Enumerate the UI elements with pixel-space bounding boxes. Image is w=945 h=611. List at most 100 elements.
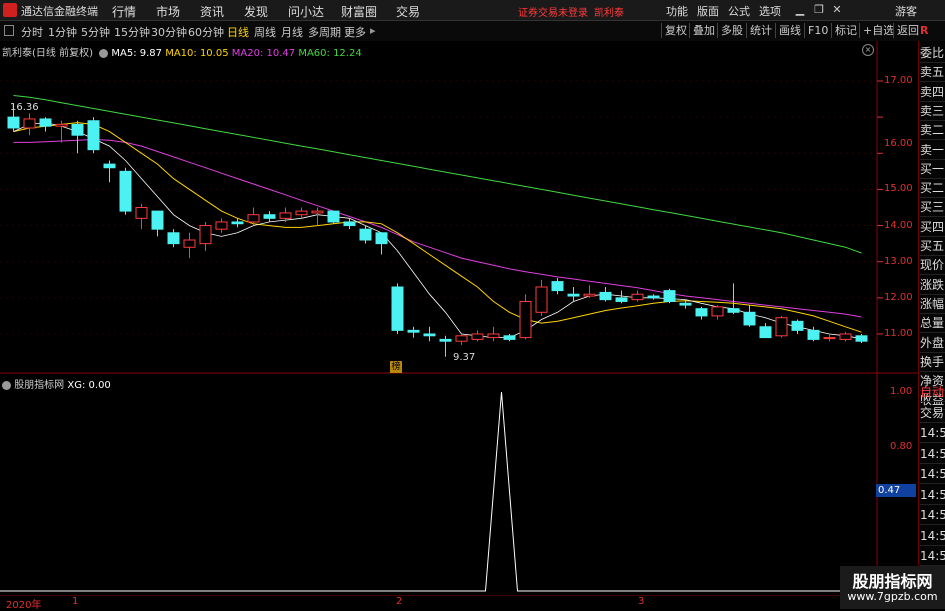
candle-down: [663, 290, 676, 302]
side-label: 卖一: [920, 142, 945, 160]
kline-chart[interactable]: [0, 41, 918, 609]
candle-up: [183, 239, 196, 248]
candle-down: [71, 123, 84, 136]
side-label: 交易: [920, 405, 945, 423]
side-label: 总量: [920, 315, 945, 334]
period-tick[interactable]: 分时: [21, 24, 43, 40]
app-title: 通达信金融终端: [21, 5, 98, 18]
period-monthly[interactable]: 月线: [281, 24, 303, 40]
menu-trade[interactable]: 交易: [396, 3, 420, 20]
candle-up: [135, 206, 148, 219]
annot-high: 16.36: [10, 102, 39, 113]
menu-ask[interactable]: 问小达: [288, 3, 324, 20]
menu-functions[interactable]: 功能: [666, 3, 688, 19]
add-watchlist-button[interactable]: +自选: [859, 23, 897, 38]
menu-options[interactable]: 选项: [759, 3, 781, 19]
candle-down: [567, 293, 580, 297]
more-chevron-icon[interactable]: ▸: [370, 24, 376, 37]
period-30min[interactable]: 30分钟: [151, 24, 187, 40]
indicator-settings-icon[interactable]: [2, 380, 11, 390]
period-60min[interactable]: 60分钟: [188, 24, 224, 40]
period-daily[interactable]: 日线: [227, 24, 249, 40]
menu-market-quotes[interactable]: 行情: [112, 3, 136, 20]
date-tick: 2: [396, 596, 403, 607]
side-label: 买三: [920, 199, 945, 218]
user-label[interactable]: 游客: [895, 3, 917, 19]
notice-stock[interactable]: 凯利泰: [594, 4, 624, 19]
candle-down: [391, 286, 404, 331]
side-label: 涨幅: [920, 296, 945, 314]
chart-mode: (日线 前复权): [32, 48, 93, 59]
price-tick: 16.00: [884, 138, 913, 149]
close-icon[interactable]: ✕: [829, 2, 845, 18]
r-marker-icon: R: [920, 24, 929, 37]
multi-stock-button[interactable]: 多股: [717, 23, 746, 38]
date-tick: 1: [72, 596, 79, 607]
candle-up: [455, 335, 468, 342]
menu-news[interactable]: 资讯: [200, 3, 224, 20]
candle-up: [279, 212, 292, 219]
candle-up: [583, 293, 596, 297]
side-time: 14:56: [920, 425, 945, 443]
candle-up: [55, 123, 68, 127]
settings-icon[interactable]: [99, 48, 109, 58]
candle-down: [231, 221, 244, 225]
period-more[interactable]: 更多: [344, 24, 366, 40]
side-label: 卖五: [920, 64, 945, 83]
candle-up: [215, 221, 228, 230]
candle-up: [535, 286, 548, 313]
ind-cursor-value: 0.47: [876, 484, 916, 497]
adjust-button[interactable]: 复权: [661, 23, 690, 38]
candle-down: [39, 118, 52, 127]
side-label: 买二: [920, 180, 945, 199]
candle-up: [631, 293, 644, 301]
candle-down: [359, 228, 372, 241]
candle-down: [423, 333, 436, 337]
price-tick: 11.00: [884, 328, 913, 339]
menu-formula[interactable]: 公式: [728, 3, 750, 19]
restore-icon[interactable]: ❐: [811, 2, 827, 18]
side-time: 14:56: [920, 507, 945, 525]
app-logo-icon: [3, 3, 17, 17]
candle-up: [247, 214, 260, 223]
period-1min[interactable]: 1分钟: [48, 24, 77, 40]
overlay-button[interactable]: 叠加: [689, 23, 718, 38]
period-15min[interactable]: 15分钟: [114, 24, 150, 40]
period-5min[interactable]: 5分钟: [81, 24, 110, 40]
watermark-url: www.7gpzb.com: [847, 590, 938, 603]
minimize-icon[interactable]: ▁: [792, 2, 808, 18]
marker-badge[interactable]: 榜: [390, 361, 402, 373]
stats-button[interactable]: 统计: [746, 23, 775, 38]
candle-down: [375, 232, 388, 245]
candle-down: [343, 221, 356, 227]
side-label: 换手: [920, 354, 945, 372]
quote-side-panel: 委比 卖五 卖四 卖三 卖二 卖一 买一 买二 买三 买四 买五 现价 涨跌 涨幅 总量 外盘 换手 净资 收益 自动…: [918, 41, 945, 609]
close-panel-icon[interactable]: ×: [862, 44, 874, 56]
sidebar-toggle-icon[interactable]: [4, 25, 14, 36]
draw-line-button[interactable]: 画线: [775, 23, 804, 38]
price-tick: 12.00: [884, 292, 913, 303]
menu-discover[interactable]: 发现: [244, 3, 268, 20]
side-time: 14:56: [920, 548, 945, 566]
menu-layout[interactable]: 版面: [697, 3, 719, 19]
candle-up: [775, 317, 788, 337]
candle-down: [759, 326, 772, 339]
candle-up: [295, 210, 308, 216]
indicator-name[interactable]: 股朋指标网: [14, 380, 64, 391]
candle-up: [823, 337, 836, 340]
price-tick: 14.00: [884, 220, 913, 231]
side-label: 委比: [920, 45, 945, 63]
stock-name[interactable]: 凯利泰: [2, 48, 32, 59]
menu-fortune[interactable]: 财富圈: [341, 3, 377, 20]
period-weekly[interactable]: 周线: [254, 24, 276, 40]
menu-market[interactable]: 市场: [156, 3, 180, 20]
login-notice[interactable]: 证券交易未登录: [518, 4, 588, 19]
side-label: 卖四: [920, 84, 945, 102]
back-button[interactable]: 返回: [893, 23, 922, 38]
period-multi[interactable]: 多周期: [308, 24, 341, 40]
mark-button[interactable]: 标记: [831, 23, 860, 38]
candle-down: [119, 170, 132, 212]
candle-up: [519, 300, 532, 339]
side-time: 14:56: [920, 446, 945, 464]
f10-button[interactable]: F10: [804, 23, 831, 38]
